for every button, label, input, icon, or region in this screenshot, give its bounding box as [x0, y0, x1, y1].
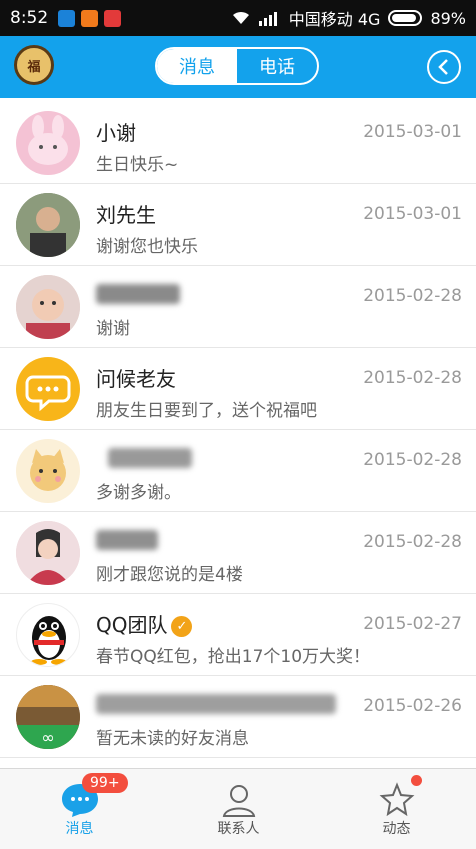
contact-name: 问候老友	[96, 367, 176, 391]
logo-text: 福	[27, 59, 41, 75]
tab-label: 消息	[65, 821, 94, 837]
avatar	[16, 111, 80, 175]
avatar	[16, 275, 80, 339]
message-date: 2015-02-28	[363, 286, 462, 306]
signal-icon	[258, 12, 277, 26]
message-date: 2015-02-27	[363, 614, 462, 634]
contact-name-redacted	[108, 448, 192, 468]
verified-badge-icon: ✓	[171, 616, 193, 637]
message-preview: 谢谢您也快乐	[96, 237, 198, 257]
tab-messages[interactable]: 消息	[157, 49, 237, 83]
tab-label: 动态	[382, 821, 411, 837]
tab-label: 联系人	[217, 821, 260, 837]
message-preview: 朋友生日要到了，送个祝福吧	[96, 401, 317, 421]
message-preview: 多谢多谢。	[96, 483, 181, 503]
notification-icon	[81, 9, 99, 27]
contact-name: 小谢	[96, 121, 136, 145]
contact-name-redacted	[96, 694, 336, 714]
conversation-row[interactable]: ∞ 2015-02-26 暂无未读的好友消息	[0, 676, 476, 758]
tab-contacts[interactable]: 联系人	[159, 769, 318, 849]
message-preview: 生日快乐~	[96, 155, 179, 175]
back-button[interactable]	[427, 50, 461, 84]
message-date: 2015-02-28	[363, 450, 462, 470]
conversation-row[interactable]: 问候老友 2015-02-28 朋友生日要到了，送个祝福吧	[0, 348, 476, 430]
message-preview: 刚才跟您说的是4楼	[96, 565, 243, 585]
conversation-list: 小谢 2015-03-01 生日快乐~ 刘先生 2015-03-01 谢谢您也快…	[0, 102, 476, 758]
avatar: ∞	[16, 685, 80, 749]
message-preview: 春节QQ红包，抢出17个10万大奖！	[96, 647, 371, 667]
conversation-row[interactable]: 2015-02-28 刚才跟您说的是4楼	[0, 512, 476, 594]
avatar	[16, 521, 80, 585]
carrier-label: 中国移动 4G	[288, 10, 381, 29]
clock: 8:52	[10, 8, 49, 28]
status-right: 中国移动 4G 89%	[231, 6, 466, 30]
conversation-row[interactable]: 小谢 2015-03-01 生日快乐~	[0, 102, 476, 184]
chat-bubble-icon	[16, 357, 80, 421]
avatar	[16, 193, 80, 257]
contact-name: QQ团队	[96, 613, 168, 637]
conversation-row[interactable]: QQ团队 ✓ 2015-02-27 春节QQ红包，抢出17个10万大奖！	[0, 594, 476, 676]
tab-feed[interactable]: 动态	[317, 769, 476, 849]
conversation-row[interactable]: 2015-02-28 谢谢	[0, 266, 476, 348]
status-bar: 8:52 中国移动 4G 89%	[0, 0, 476, 36]
chevron-left-icon	[438, 59, 448, 75]
qq-penguin-icon	[16, 603, 80, 667]
bottom-tab-bar: 消息 99+ 联系人 动态	[0, 768, 476, 849]
message-date: 2015-03-01	[363, 122, 462, 142]
notification-icon	[104, 9, 122, 27]
star-icon	[379, 782, 414, 817]
contact-name-redacted	[96, 530, 158, 550]
contact-name-wrap: QQ团队 ✓	[96, 609, 193, 638]
tab-messages[interactable]: 消息	[0, 769, 159, 849]
new-feed-dot	[411, 775, 422, 786]
message-date: 2015-02-28	[363, 368, 462, 388]
app-header: 福 消息 电话	[0, 36, 476, 98]
contact-name: 刘先生	[96, 203, 156, 227]
unread-badge: 99+	[82, 773, 128, 793]
message-date: 2015-02-26	[363, 696, 462, 716]
segment-control: 消息 电话	[155, 47, 319, 85]
wifi-icon	[232, 11, 249, 24]
tab-calls[interactable]: 电话	[237, 49, 317, 83]
contact-name-redacted	[96, 284, 180, 304]
conversation-row[interactable]: 2015-02-28 多谢多谢。	[0, 430, 476, 512]
battery-icon	[388, 10, 423, 26]
message-preview: 谢谢	[96, 319, 130, 339]
message-preview: 暂无未读的好友消息	[96, 729, 249, 749]
notification-icon	[58, 9, 76, 27]
avatar	[16, 439, 80, 503]
conversation-row[interactable]: 刘先生 2015-03-01 谢谢您也快乐	[0, 184, 476, 266]
message-date: 2015-02-28	[363, 532, 462, 552]
svg-text:∞: ∞	[41, 728, 54, 747]
profile-avatar[interactable]: 福	[14, 45, 54, 85]
message-date: 2015-03-01	[363, 204, 462, 224]
battery-percent: 89%	[430, 8, 466, 28]
person-icon	[222, 785, 255, 817]
